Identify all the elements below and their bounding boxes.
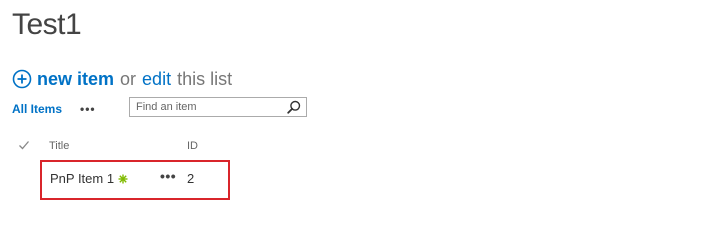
new-item-link[interactable]: new item <box>37 69 114 90</box>
item-more-button[interactable]: ••• <box>160 168 176 184</box>
table-row[interactable]: PnP Item 1 ••• 2 <box>40 160 230 200</box>
view-selector-bar: All Items ••• <box>12 98 96 120</box>
view-all-items[interactable]: All Items <box>12 102 62 116</box>
item-id: 2 <box>187 171 195 186</box>
page-title: Test1 <box>12 8 82 41</box>
search-input[interactable] <box>136 99 276 115</box>
search-icon[interactable] <box>287 100 301 114</box>
column-header-id[interactable]: ID <box>187 140 198 152</box>
checkmark-icon[interactable] <box>18 139 30 151</box>
item-title-text: PnP Item 1 <box>50 171 115 186</box>
view-more-button[interactable]: ••• <box>80 102 96 116</box>
list-command-bar: new item or edit this list <box>12 67 232 91</box>
plus-circle-icon[interactable] <box>12 69 32 89</box>
new-badge-icon <box>118 174 128 183</box>
item-title-link[interactable]: PnP Item 1 <box>50 171 128 186</box>
search-box <box>129 97 307 117</box>
this-list-text: this list <box>177 68 233 89</box>
edit-list-link[interactable]: edit <box>142 69 171 90</box>
or-text: or <box>120 68 137 89</box>
column-header-title[interactable]: Title <box>49 140 69 152</box>
